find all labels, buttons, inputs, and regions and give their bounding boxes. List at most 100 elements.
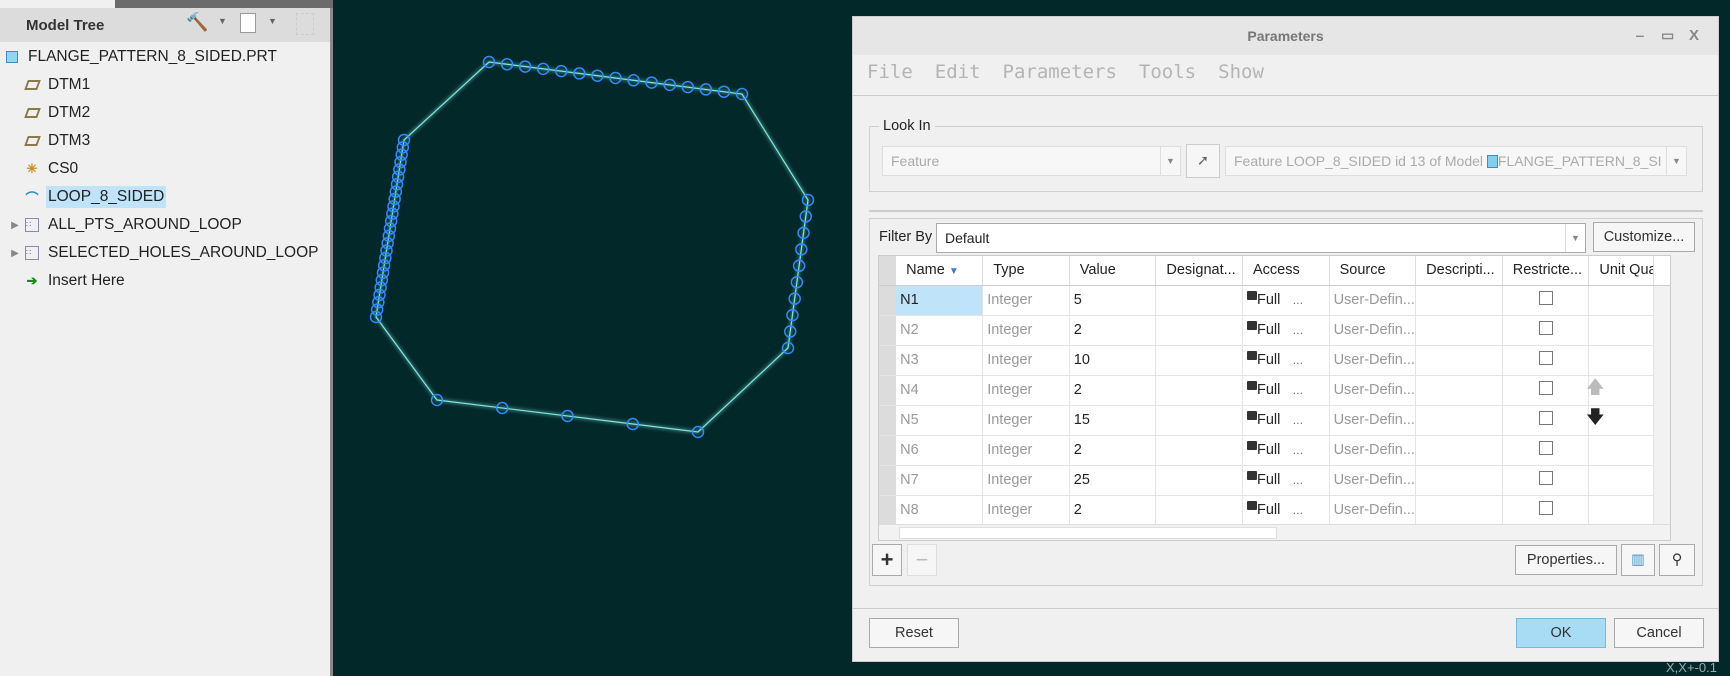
tree-item[interactable]: DTM3 bbox=[22, 128, 92, 154]
unit-quantity-cell[interactable] bbox=[1588, 495, 1654, 526]
more-button[interactable]: … bbox=[1292, 295, 1303, 307]
unit-quantity-cell[interactable] bbox=[1588, 345, 1654, 376]
description-cell[interactable] bbox=[1415, 465, 1503, 496]
column-header[interactable]: Name ▼ bbox=[896, 256, 984, 286]
more-button[interactable]: … bbox=[1292, 355, 1303, 367]
name-cell[interactable]: N1 bbox=[896, 285, 984, 316]
column-setup-icon[interactable]: ▥ bbox=[1621, 544, 1655, 576]
access-cell[interactable]: Full … bbox=[1242, 435, 1330, 466]
restricted-checkbox[interactable] bbox=[1538, 501, 1553, 515]
chevron-down-icon[interactable]: ▼ bbox=[268, 16, 277, 26]
restricted-cell[interactable] bbox=[1502, 435, 1590, 466]
source-cell[interactable]: User-Defin... bbox=[1329, 285, 1417, 316]
sort-filter-icon[interactable]: ▼ bbox=[949, 266, 959, 277]
name-cell[interactable]: N3 bbox=[896, 345, 984, 376]
cancel-button[interactable]: Cancel bbox=[1614, 618, 1704, 648]
restricted-checkbox[interactable] bbox=[1538, 291, 1553, 305]
row-header[interactable] bbox=[879, 495, 897, 526]
table-row[interactable]: N3 Integer 10 Full … User-Defin... bbox=[879, 345, 1670, 376]
table-row[interactable]: N7 Integer 25 Full … User-Defin... bbox=[879, 465, 1670, 496]
designate-cell[interactable] bbox=[1155, 435, 1243, 466]
name-cell[interactable]: N5 bbox=[896, 405, 984, 436]
vertical-scrollbar[interactable] bbox=[1653, 465, 1670, 495]
ok-button[interactable]: OK bbox=[1516, 618, 1606, 648]
access-cell[interactable]: Full … bbox=[1242, 285, 1330, 316]
horizontal-scrollbar[interactable] bbox=[879, 524, 1670, 540]
column-header[interactable]: Source bbox=[1329, 256, 1417, 286]
expand-icon[interactable]: ▶ bbox=[8, 248, 22, 259]
type-cell[interactable]: Integer bbox=[982, 405, 1070, 436]
more-button[interactable]: … bbox=[1292, 385, 1303, 397]
row-header[interactable] bbox=[879, 285, 897, 316]
vertical-scrollbar[interactable] bbox=[1653, 405, 1670, 435]
source-cell[interactable]: User-Defin... bbox=[1329, 435, 1417, 466]
restricted-checkbox[interactable] bbox=[1538, 381, 1553, 395]
value-cell[interactable]: 5 bbox=[1069, 285, 1157, 316]
tree-item[interactable]: FLANGE_PATTERN_8_SIDED.PRT bbox=[2, 44, 279, 70]
table-row[interactable]: N6 Integer 2 Full … User-Defin... bbox=[879, 435, 1670, 466]
name-cell[interactable]: N6 bbox=[896, 435, 984, 466]
vertical-scrollbar[interactable] bbox=[1653, 345, 1670, 375]
value-cell[interactable]: 10 bbox=[1069, 345, 1157, 376]
more-button[interactable]: … bbox=[1292, 325, 1303, 337]
more-button[interactable]: … bbox=[1292, 445, 1303, 457]
move-up-icon[interactable]: 🡅 bbox=[1586, 375, 1605, 405]
vertical-scrollbar[interactable] bbox=[1653, 435, 1670, 465]
minimize-button[interactable]: ‒ bbox=[1636, 27, 1644, 43]
column-header[interactable]: Descripti... bbox=[1415, 256, 1503, 286]
more-button[interactable]: … bbox=[1292, 505, 1303, 517]
description-cell[interactable] bbox=[1415, 285, 1503, 316]
restricted-checkbox[interactable] bbox=[1538, 411, 1553, 425]
look-in-type-select[interactable]: Feature ▼ bbox=[882, 146, 1181, 176]
restricted-checkbox[interactable] bbox=[1538, 441, 1553, 455]
type-cell[interactable]: Integer bbox=[982, 495, 1070, 526]
menu-tools[interactable]: Tools bbox=[1139, 61, 1196, 83]
source-cell[interactable]: User-Defin... bbox=[1329, 495, 1417, 526]
access-cell[interactable]: Full … bbox=[1242, 345, 1330, 376]
settings-tools-icon[interactable]: 🔨 bbox=[186, 12, 208, 33]
value-cell[interactable]: 2 bbox=[1069, 495, 1157, 526]
name-cell[interactable]: N2 bbox=[896, 315, 984, 346]
type-cell[interactable]: Integer bbox=[982, 345, 1070, 376]
designate-cell[interactable] bbox=[1155, 285, 1243, 316]
table-row[interactable]: N8 Integer 2 Full … User-Defin... bbox=[879, 495, 1670, 526]
designate-cell[interactable] bbox=[1155, 375, 1243, 406]
restricted-checkbox[interactable] bbox=[1538, 321, 1553, 335]
tree-item[interactable]: ⌒ LOOP_8_SIDED bbox=[22, 184, 167, 210]
description-cell[interactable] bbox=[1415, 375, 1503, 406]
menu-show[interactable]: Show bbox=[1218, 61, 1264, 83]
access-cell[interactable]: Full … bbox=[1242, 495, 1330, 526]
type-cell[interactable]: Integer bbox=[982, 315, 1070, 346]
table-row[interactable]: N1 Integer 5 Full … User-Defin... bbox=[879, 285, 1670, 316]
restricted-cell[interactable] bbox=[1502, 315, 1590, 346]
table-row[interactable]: N2 Integer 2 Full … User-Defin... bbox=[879, 315, 1670, 346]
access-cell[interactable]: Full … bbox=[1242, 315, 1330, 346]
unit-quantity-cell[interactable] bbox=[1588, 315, 1654, 346]
name-cell[interactable]: N4 bbox=[896, 375, 984, 406]
restricted-cell[interactable] bbox=[1502, 345, 1590, 376]
type-cell[interactable]: Integer bbox=[982, 435, 1070, 466]
row-header[interactable] bbox=[879, 405, 897, 436]
tree-item[interactable]: ➔ Insert Here bbox=[22, 268, 127, 294]
remove-parameter-button[interactable]: − bbox=[907, 544, 937, 576]
chevron-down-icon[interactable]: ▼ bbox=[218, 16, 227, 26]
value-cell[interactable]: 25 bbox=[1069, 465, 1157, 496]
description-cell[interactable] bbox=[1415, 405, 1503, 436]
column-header[interactable]: Access bbox=[1242, 256, 1330, 286]
binoculars-icon[interactable]: ⚲ bbox=[1659, 544, 1695, 576]
reset-button[interactable]: Reset bbox=[869, 618, 959, 648]
value-cell[interactable]: 2 bbox=[1069, 375, 1157, 406]
column-header[interactable]: Designat... bbox=[1155, 256, 1243, 286]
more-button[interactable]: … bbox=[1292, 415, 1303, 427]
tree-item[interactable]: DTM1 bbox=[22, 72, 92, 98]
restricted-cell[interactable] bbox=[1502, 375, 1590, 406]
scrollbar-thumb[interactable] bbox=[899, 527, 1277, 539]
column-header[interactable]: Restricte... bbox=[1502, 256, 1590, 286]
restricted-checkbox[interactable] bbox=[1538, 471, 1553, 485]
tree-item[interactable]: DTM2 bbox=[22, 100, 92, 126]
tree-item[interactable]: ✳ CS0 bbox=[22, 156, 80, 182]
row-header[interactable] bbox=[879, 435, 897, 466]
loop-curve[interactable] bbox=[375, 61, 809, 433]
vertical-scrollbar[interactable] bbox=[1653, 285, 1670, 315]
look-in-object-select[interactable]: Feature LOOP_8_SIDED id 13 of Model FLAN… bbox=[1225, 146, 1687, 176]
